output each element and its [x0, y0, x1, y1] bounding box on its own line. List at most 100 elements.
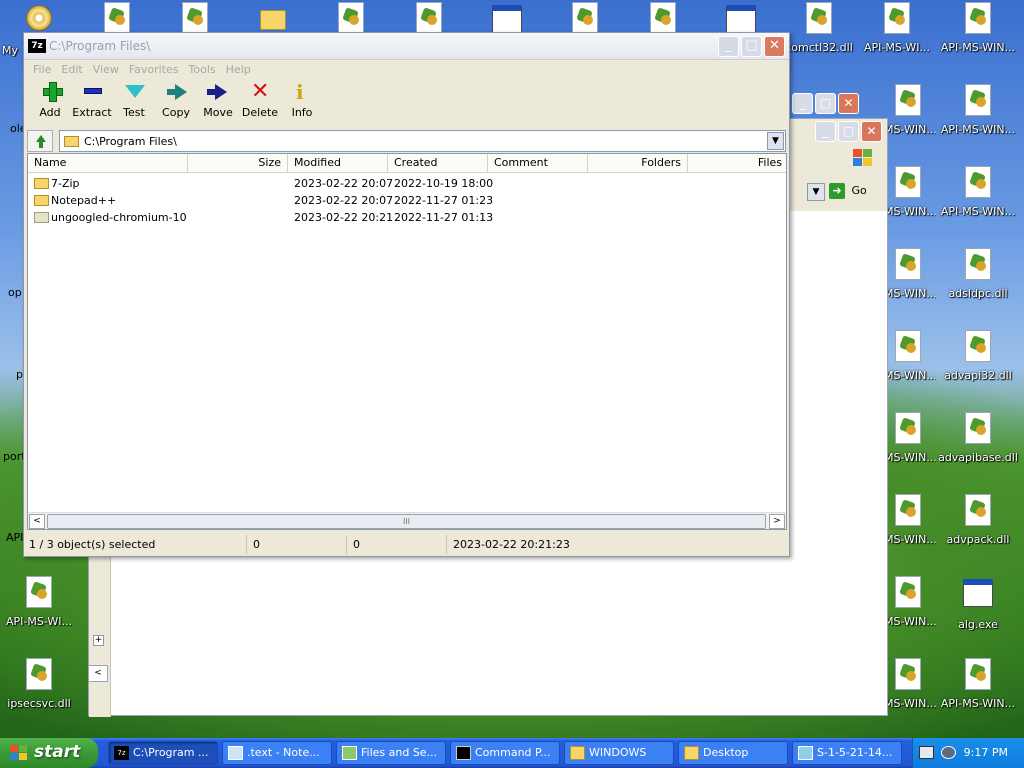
up-folder-button[interactable]: [27, 130, 53, 152]
desktop-icon-api-ms[interactable]: -MS-WIN...: [880, 84, 936, 136]
desktop-icon-advapibase[interactable]: advapibase.dll: [936, 412, 1020, 464]
taskbar-button-7zip[interactable]: 7z C:\Program ...: [108, 741, 218, 765]
desktop-icon-api-ms[interactable]: API-MS-WI...: [858, 2, 936, 54]
desktop-icon-label: comctl32.dll: [785, 41, 853, 54]
scroll-thumb[interactable]: III: [47, 514, 766, 529]
table-row[interactable]: Notepad++ 2023-02-22 20:07 2022-11-27 01…: [28, 192, 786, 209]
extract-button[interactable]: Extract: [71, 82, 113, 126]
desktop-icon-api-ms[interactable]: -MS-WIN...: [880, 576, 936, 628]
desktop-icon-api-ms[interactable]: API-MS-WI...: [0, 576, 78, 628]
dll-file-icon: [26, 576, 52, 608]
move-button[interactable]: Move: [197, 82, 239, 126]
address-dropdown[interactable]: ▼: [807, 183, 825, 201]
go-arrow-icon: ➜: [829, 183, 845, 199]
close-button[interactable]: ✕: [861, 121, 882, 142]
taskbar-button-desktop-folder[interactable]: Desktop: [678, 741, 788, 765]
test-button[interactable]: Test: [113, 82, 155, 126]
scroll-right-button[interactable]: >: [769, 514, 785, 529]
desktop-icon-alg[interactable]: alg.exe: [936, 576, 1020, 631]
taskbar-button-files-and-settings[interactable]: Files and Se...: [336, 741, 446, 765]
delete-button[interactable]: ✕ Delete: [239, 79, 281, 126]
add-button[interactable]: Add: [29, 82, 71, 126]
desktop-icon-advapi32[interactable]: advapi32.dll: [936, 330, 1020, 382]
horizontal-scrollbar[interactable]: < III >: [28, 512, 786, 529]
menu-edit[interactable]: Edit: [56, 61, 87, 79]
close-button[interactable]: ✕: [764, 36, 785, 57]
column-header-created[interactable]: Created: [388, 154, 488, 173]
start-button[interactable]: start: [0, 738, 98, 768]
delete-x-icon: ✕: [251, 79, 270, 104]
menu-view[interactable]: View: [88, 61, 124, 79]
volume-icon[interactable]: [941, 746, 956, 759]
info-button[interactable]: i Info: [281, 82, 323, 126]
system-tray: 9:17 PM: [912, 738, 1024, 768]
desktop-icon-label-partial: API: [6, 531, 24, 544]
scroll-left-button[interactable]: <: [29, 514, 45, 529]
minimize-button[interactable]: _: [718, 36, 739, 57]
desktop-icon-api-ms[interactable]: API-MS-WIN...: [936, 166, 1020, 218]
taskbar-button-command-prompt[interactable]: Command P...: [450, 741, 560, 765]
taskbar-button-label: Files and Se...: [361, 746, 438, 759]
row-name: 7-Zip: [51, 177, 80, 190]
desktop-icon-adsldpc[interactable]: adsldpc.dll: [936, 248, 1020, 300]
dll-file-icon: [965, 84, 991, 116]
move-label: Move: [203, 106, 233, 119]
close-button[interactable]: ✕: [838, 93, 859, 114]
background-window-controls: _ □ ✕: [815, 121, 882, 142]
desktop-icon-api-ms[interactable]: -MS-WIN...: [880, 658, 936, 710]
file-manager-window[interactable]: 7z C:\Program Files\ _ □ ✕ File Edit Vie…: [23, 32, 790, 557]
menu-file[interactable]: File: [28, 61, 56, 79]
folder-icon: [64, 136, 79, 147]
table-row[interactable]: ungoogled-chromium-100... 2023-02-22 20:…: [28, 209, 786, 226]
desktop-icon-api-ms[interactable]: -MS-WIN...: [880, 166, 936, 218]
cd-icon: [26, 5, 52, 31]
column-header-comment[interactable]: Comment: [488, 154, 588, 173]
menu-favorites[interactable]: Favorites: [124, 61, 184, 79]
dll-file-icon: [965, 658, 991, 690]
menu-help[interactable]: Help: [221, 61, 256, 79]
title-bar[interactable]: 7z C:\Program Files\ _ □ ✕: [24, 33, 789, 60]
scroll-left-button[interactable]: <: [88, 665, 108, 682]
maximize-button[interactable]: □: [838, 121, 859, 142]
column-header-files[interactable]: Files: [688, 154, 788, 173]
minimize-button[interactable]: _: [815, 121, 836, 142]
keyboard-icon[interactable]: [919, 746, 934, 759]
minimize-button[interactable]: _: [792, 93, 813, 114]
dll-file-icon: [806, 2, 832, 34]
desktop-icon-api-ms[interactable]: API-MS-WIN...: [936, 84, 1020, 136]
desktop-icon-advpack[interactable]: advpack.dll: [936, 494, 1020, 546]
desktop-icon-api-ms[interactable]: -MS-WIN...: [880, 494, 936, 546]
address-field[interactable]: C:\Program Files\ ▼: [59, 130, 786, 152]
desktop-icon-comctl32[interactable]: comctl32.dll: [780, 2, 858, 54]
taskbar-button-windows-folder[interactable]: WINDOWS: [564, 741, 674, 765]
desktop-icon-api-ms[interactable]: API-MS-WIN...: [936, 2, 1020, 54]
start-label: start: [34, 742, 81, 762]
wizard-icon: [342, 746, 357, 760]
desktop-icon-api-ms[interactable]: -MS-WIN...: [880, 330, 936, 382]
column-header-folders[interactable]: Folders: [588, 154, 688, 173]
desktop-icon-api-ms[interactable]: API-MS-WIN...: [936, 658, 1020, 710]
row-name: ungoogled-chromium-100...: [51, 211, 186, 224]
dll-file-icon: [182, 2, 208, 34]
clock[interactable]: 9:17 PM: [964, 746, 1008, 759]
taskbar-button-sid[interactable]: S-1-5-21-14...: [792, 741, 902, 765]
maximize-button[interactable]: □: [741, 36, 762, 57]
dll-file-icon: [965, 494, 991, 526]
go-button[interactable]: ➜ Go: [829, 183, 879, 201]
address-dropdown-button[interactable]: ▼: [767, 132, 784, 150]
taskbar-button-notepad[interactable]: .text - Note...: [222, 741, 332, 765]
dll-file-icon: [26, 658, 52, 690]
expand-icon[interactable]: +: [93, 635, 104, 646]
app-icon[interactable]: 7z: [28, 39, 46, 53]
desktop-icon-api-ms[interactable]: -MS-WIN...: [880, 412, 936, 464]
menu-tools[interactable]: Tools: [184, 61, 221, 79]
desktop-icon-api-ms[interactable]: -MS-WIN...: [880, 248, 936, 300]
copy-button[interactable]: Copy: [155, 82, 197, 126]
table-row[interactable]: 7-Zip 2023-02-22 20:07 2022-10-19 18:00: [28, 175, 786, 192]
column-header-size[interactable]: Size: [188, 154, 288, 173]
file-list[interactable]: Name Size Modified Created Comment Folde…: [27, 153, 787, 530]
column-header-modified[interactable]: Modified: [288, 154, 388, 173]
desktop-icon-ipsecsvc[interactable]: ipsecsvc.dll: [0, 658, 78, 710]
maximize-button[interactable]: □: [815, 93, 836, 114]
column-header-name[interactable]: Name: [28, 154, 188, 173]
